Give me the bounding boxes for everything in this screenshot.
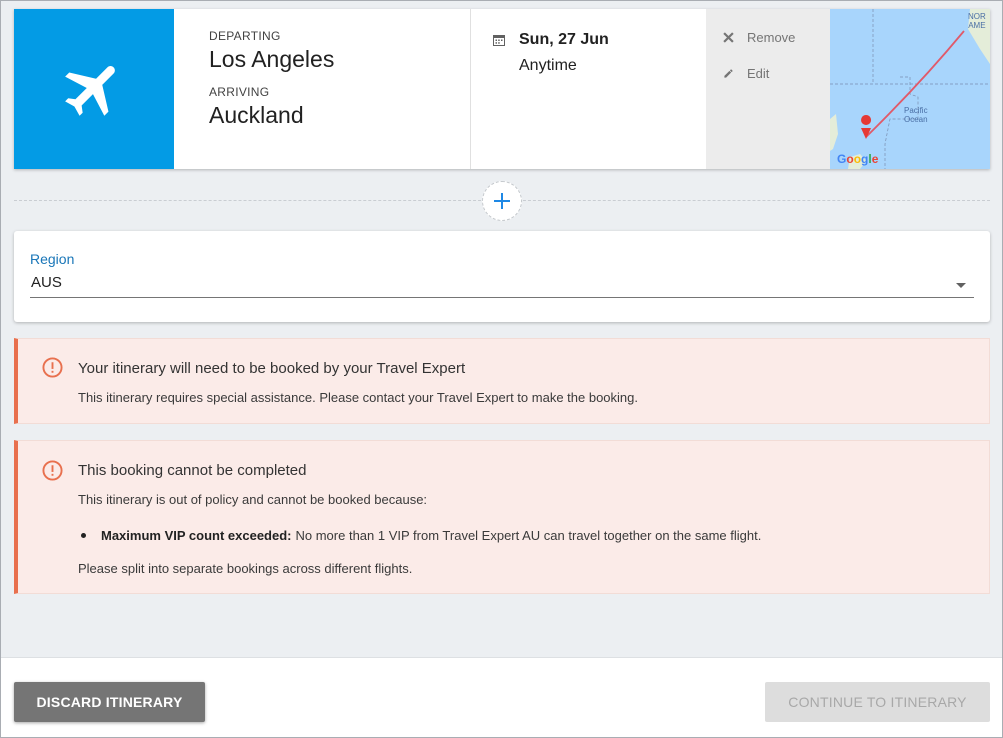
- flight-type-badge: [14, 9, 174, 169]
- alert-circle-icon: [42, 357, 63, 378]
- caret-down-icon: [956, 283, 966, 288]
- arriving-city: Auckland: [209, 102, 304, 128]
- route-summary: DEPARTING Los Angeles ARRIVING Auckland: [174, 9, 471, 169]
- route-map[interactable]: NOR AME Pacific Ocean Google: [830, 9, 990, 169]
- close-icon: [723, 31, 734, 43]
- edit-label: Edit: [747, 65, 770, 81]
- departing-city: Los Angeles: [209, 46, 335, 72]
- route-map-graphic: [830, 9, 990, 169]
- discard-itinerary-button[interactable]: DISCARD ITINERARY: [14, 682, 205, 722]
- bullet-dot: [81, 533, 86, 538]
- travel-expert-alert: Your itinerary will need to be booked by…: [14, 338, 990, 424]
- calendar-icon: [493, 35, 505, 46]
- plus-icon: [494, 193, 510, 209]
- airplane-icon: [65, 66, 115, 116]
- arriving-label: ARRIVING: [209, 85, 270, 99]
- violation-text: No more than 1 VIP from Travel Expert AU…: [295, 528, 762, 543]
- remove-button[interactable]: Remove: [706, 19, 830, 55]
- alert-footer-text: Please split into separate bookings acro…: [78, 561, 413, 576]
- booking-blocked-alert: This booking cannot be completed This it…: [14, 440, 990, 594]
- policy-violation-item: Maximum VIP count exceeded: No more than…: [78, 528, 761, 543]
- map-label-north-america: NOR AME: [968, 12, 986, 30]
- edit-button[interactable]: Edit: [706, 55, 830, 91]
- pencil-icon: [724, 68, 733, 78]
- flight-card: DEPARTING Los Angeles ARRIVING Auckland …: [14, 9, 990, 169]
- region-label: Region: [30, 251, 75, 267]
- flight-dates: Sun, 27 Jun Anytime: [471, 9, 706, 169]
- remove-label: Remove: [747, 29, 796, 45]
- violation-title: Maximum VIP count exceeded:: [101, 528, 292, 543]
- region-value: AUS: [31, 274, 62, 291]
- alert-circle-icon: [42, 460, 63, 481]
- footer-bar: DISCARD ITINERARY CONTINUE TO ITINERARY: [1, 657, 1002, 737]
- flight-actions: Remove Edit: [706, 9, 830, 169]
- continue-to-itinerary-button[interactable]: CONTINUE TO ITINERARY: [765, 682, 990, 722]
- flight-date: Sun, 27 Jun: [519, 31, 609, 48]
- map-label-pacific-ocean: Pacific Ocean: [904, 106, 928, 124]
- region-card: Region AUS: [14, 231, 990, 322]
- alert-body: This itinerary requires special assistan…: [78, 390, 638, 405]
- region-select[interactable]: AUS: [30, 273, 974, 298]
- add-segment-button[interactable]: [482, 181, 522, 221]
- google-logo: Google: [837, 152, 879, 166]
- alert-title: This booking cannot be completed: [78, 462, 307, 479]
- alert-title: Your itinerary will need to be booked by…: [78, 360, 466, 377]
- alert-body: This itinerary is out of policy and cann…: [78, 492, 428, 507]
- departing-label: DEPARTING: [209, 29, 281, 43]
- flight-time: Anytime: [519, 57, 577, 74]
